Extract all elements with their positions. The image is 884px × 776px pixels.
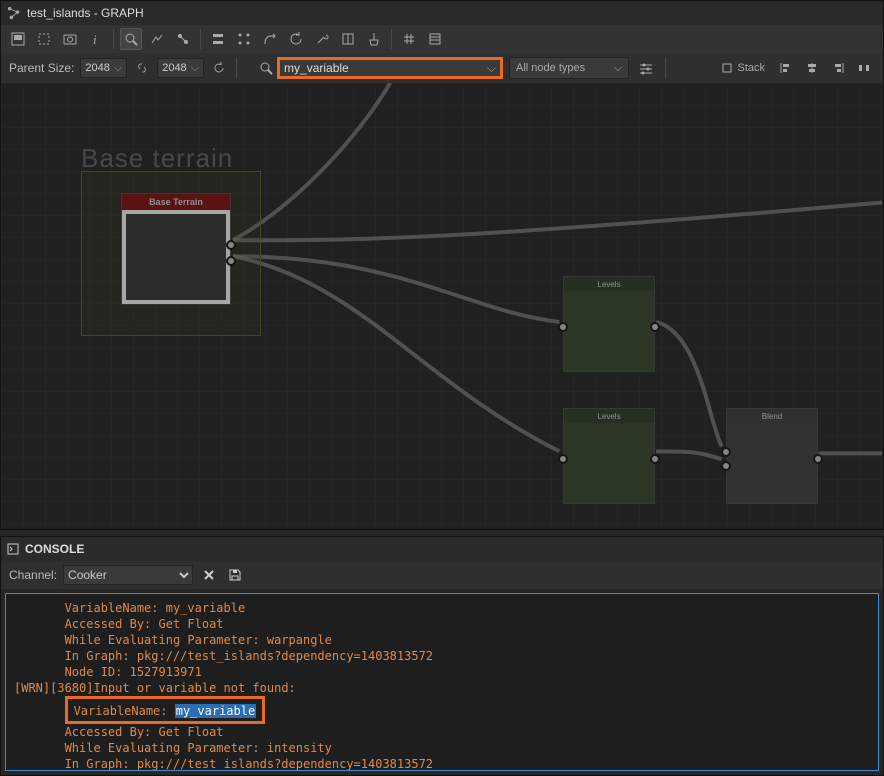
node-title: Levels: [564, 277, 654, 291]
node-thumbnail: [122, 210, 230, 304]
log-line: VariableName: my_variable: [14, 601, 245, 615]
link-dimensions-icon[interactable]: [133, 59, 151, 77]
search-input[interactable]: [284, 61, 487, 75]
toolbar: i: [1, 25, 883, 53]
node-thumbnail: [564, 423, 654, 503]
node-thumbnail: [727, 423, 817, 503]
panel-title-bar: test_islands - GRAPH: [1, 1, 883, 25]
capture-icon[interactable]: [59, 28, 81, 50]
filter-options-icon[interactable]: [635, 57, 657, 79]
output-pin[interactable]: [226, 256, 236, 266]
highlight-flow-icon[interactable]: [146, 28, 168, 50]
node-title: Base Terrain: [122, 194, 230, 210]
align-rows-icon[interactable]: [207, 28, 229, 50]
channel-select[interactable]: Cooker: [63, 565, 193, 585]
align-center-icon[interactable]: [801, 57, 823, 79]
param-bar: Parent Size: 2048 ⌵ 2048 ⌵ ⌵: [1, 53, 883, 83]
graph-panel: test_islands - GRAPH i Parent Size: 2048…: [0, 0, 884, 530]
input-pin[interactable]: [558, 322, 568, 332]
node-title: Blend: [727, 409, 817, 423]
expose-param-icon[interactable]: [337, 28, 359, 50]
node-base-terrain[interactable]: Base Terrain: [121, 193, 231, 305]
node-thumbnail: [564, 291, 654, 371]
input-pin[interactable]: [558, 454, 568, 464]
node-title: Levels: [564, 409, 654, 423]
cleanup-icon[interactable]: [363, 28, 385, 50]
output-pin[interactable]: [813, 454, 823, 464]
log-line: In Graph: pkg:///test_islands?dependency…: [14, 757, 433, 771]
panel-title: test_islands - GRAPH: [27, 6, 144, 20]
align-right-icon[interactable]: [827, 57, 849, 79]
log-line: In Graph: pkg:///test_islands?dependency…: [14, 649, 433, 663]
output-pin[interactable]: [226, 240, 236, 250]
console-title: CONSOLE: [25, 542, 84, 556]
graph-icon: [7, 6, 21, 20]
clear-log-icon[interactable]: [199, 565, 219, 585]
group-label: Base terrain: [81, 143, 233, 174]
console-icon: [7, 543, 19, 555]
refresh-nodes-icon[interactable]: [285, 28, 307, 50]
chevron-down-icon: ⌵: [191, 62, 199, 75]
display-node-thumb-icon[interactable]: [7, 28, 29, 50]
log-warn-prefix: [WRN][3680]: [14, 681, 93, 695]
console-toolbar: Channel: Cooker: [1, 561, 883, 589]
fit-view-icon[interactable]: [33, 28, 55, 50]
info-icon[interactable]: i: [85, 28, 107, 50]
log-line: Accessed By: Get Float: [14, 617, 224, 631]
log-line: Accessed By: Get Float: [14, 725, 224, 739]
parent-size-label: Parent Size:: [9, 61, 74, 75]
node-levels-2[interactable]: Levels: [563, 408, 655, 504]
output-pin[interactable]: [650, 322, 660, 332]
channel-label: Channel:: [9, 568, 57, 582]
search-icon: [259, 61, 273, 75]
align-distribute-icon[interactable]: [233, 28, 255, 50]
zoom-icon[interactable]: [120, 28, 142, 50]
parent-height-select[interactable]: 2048 ⌵: [157, 58, 204, 78]
align-left-icon[interactable]: [775, 57, 797, 79]
log-line: Input or variable not found:: [93, 681, 295, 695]
log-line: While Evaluating Parameter: intensity: [14, 741, 332, 755]
input-pin[interactable]: [721, 447, 731, 457]
chevron-down-icon: ⌵: [614, 62, 622, 75]
node-canvas[interactable]: Base terrain Base Terrain Levels Levels: [1, 83, 883, 529]
save-log-icon[interactable]: [225, 565, 245, 585]
tools-icon[interactable]: [311, 28, 333, 50]
log-line: While Evaluating Parameter: warpangle: [14, 633, 332, 647]
search-input-wrap: ⌵: [277, 57, 503, 79]
console-panel: CONSOLE Channel: Cooker VariableName: my…: [0, 536, 884, 776]
list-view-icon[interactable]: [424, 28, 446, 50]
parent-width-select[interactable]: 2048 ⌵: [80, 58, 127, 78]
stack-toggle[interactable]: Stack: [715, 57, 771, 79]
chevron-down-icon: ⌵: [114, 62, 122, 75]
node-blend[interactable]: Blend: [726, 408, 818, 504]
output-pin[interactable]: [650, 454, 660, 464]
link-nodes-icon[interactable]: [172, 28, 194, 50]
chevron-down-icon[interactable]: ⌵: [487, 61, 496, 76]
highlighted-region: VariableName: my_variable: [65, 696, 266, 724]
grid-snap-icon[interactable]: [398, 28, 420, 50]
svg-text:i: i: [93, 32, 97, 46]
selected-text: my_variable: [175, 704, 256, 718]
align-distribute-h-icon[interactable]: [853, 57, 875, 79]
reset-size-icon[interactable]: [210, 59, 228, 77]
node-type-filter[interactable]: All node types ⌵: [509, 57, 629, 79]
reroute-icon[interactable]: [259, 28, 281, 50]
console-title-bar: CONSOLE: [1, 537, 883, 561]
log-area[interactable]: VariableName: my_variable Accessed By: G…: [5, 593, 879, 771]
node-levels-1[interactable]: Levels: [563, 276, 655, 372]
input-pin[interactable]: [721, 461, 731, 471]
log-line: Node ID: 1527913971: [14, 665, 202, 679]
